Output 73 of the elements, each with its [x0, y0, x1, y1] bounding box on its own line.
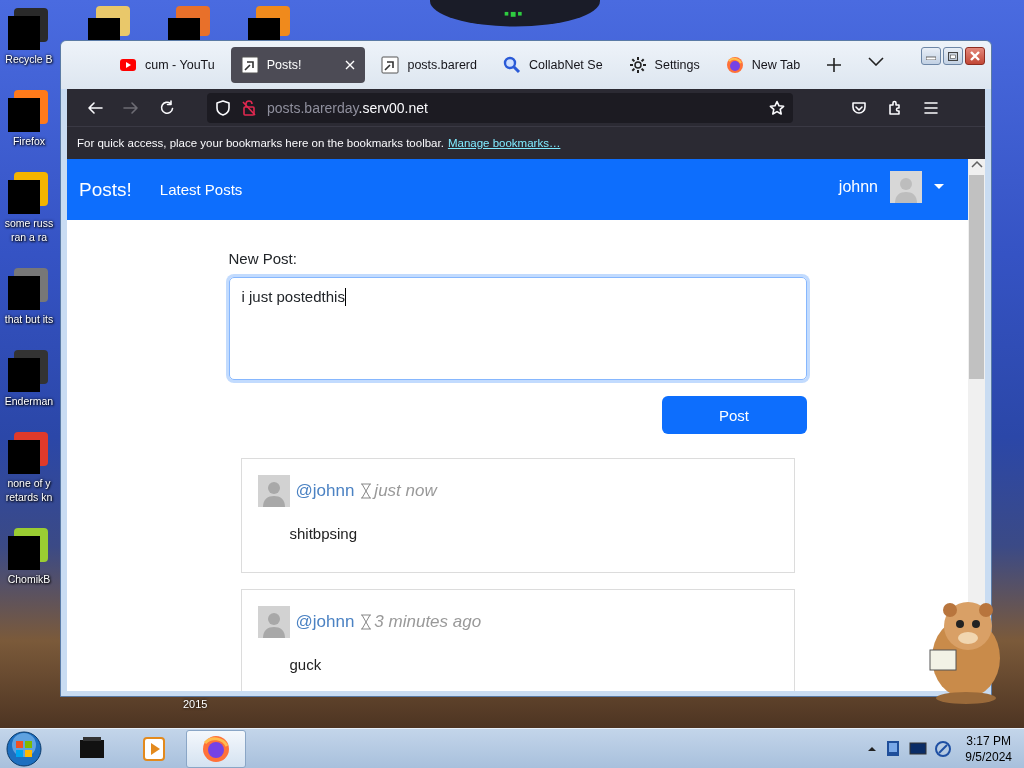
- post-input-field[interactable]: i just postedthis: [228, 277, 807, 380]
- forward-icon: [123, 99, 139, 116]
- pocket-icon: [851, 99, 867, 116]
- reload-icon: [159, 99, 175, 116]
- post-time: 3 minutes ago: [374, 612, 482, 632]
- close-icon[interactable]: [345, 60, 356, 70]
- browser-tab[interactable]: Posts!: [230, 47, 366, 83]
- post-time: just now: [374, 481, 437, 501]
- browser-tab[interactable]: New Tab: [715, 47, 811, 83]
- clock[interactable]: 3:17 PM 9/5/2024: [965, 732, 1012, 765]
- nav-link[interactable]: Latest Posts: [159, 181, 243, 198]
- tab-favicon: [119, 56, 137, 74]
- app-icon: [201, 733, 231, 764]
- tab-favicon: [502, 56, 521, 74]
- avatar-icon: [257, 606, 290, 638]
- lock-slash-icon[interactable]: [241, 99, 257, 116]
- shortcut-icon[interactable]: [8, 88, 50, 132]
- icon-label: that but its: [4, 312, 54, 326]
- icon-label: some russ ran a ra: [4, 216, 54, 244]
- icon-label: ChomikB: [7, 572, 51, 586]
- browser-tab[interactable]: CollabNet Se: [492, 47, 613, 83]
- username-link[interactable]: @johnn: [295, 481, 355, 501]
- browser-tab[interactable]: cum - YouTu: [109, 47, 225, 83]
- new-tab-icon[interactable]: [826, 57, 843, 73]
- chevron-down-icon[interactable]: [868, 57, 885, 66]
- network-icon[interactable]: [935, 740, 952, 757]
- avatar-icon[interactable]: [890, 170, 922, 203]
- username-link[interactable]: @johnn: [295, 612, 355, 632]
- field-label: New Post:: [228, 250, 298, 267]
- back-icon: [87, 99, 103, 116]
- start-button[interactable]: [6, 730, 42, 767]
- tab-favicon: [725, 56, 744, 74]
- taskbar-app[interactable]: [186, 729, 246, 768]
- hourglass-icon: [360, 614, 373, 630]
- browser-tab[interactable]: Settings: [618, 47, 710, 83]
- avatar-icon: [257, 475, 290, 507]
- icon-label: Recycle B: [5, 52, 53, 66]
- bookmarks-hint: For quick access, place your bookmarks here on the bookmarks toolbar.: [77, 137, 444, 149]
- address-bar[interactable]: posts.barerday.serv00.net: [207, 92, 793, 123]
- tray-app-icon[interactable]: [885, 740, 902, 757]
- icon-label: 2015: [183, 698, 208, 710]
- close-button[interactable]: [965, 47, 985, 65]
- extensions-icon: [887, 99, 903, 116]
- tab-favicon: [240, 56, 259, 74]
- shield-icon[interactable]: [215, 99, 231, 116]
- shortcut-icon[interactable]: [248, 6, 290, 40]
- menu-icon: [923, 99, 939, 116]
- shortcut-icon[interactable]: [88, 6, 130, 40]
- icon-label: Firefox: [12, 134, 46, 148]
- browser-tab[interactable]: posts.barerd: [371, 47, 487, 83]
- tab-favicon: [381, 56, 400, 74]
- caret-icon[interactable]: [934, 184, 944, 189]
- shortcut-icon[interactable]: [8, 526, 50, 570]
- minimize-button[interactable]: [921, 47, 941, 65]
- post-text: shitbpsing: [289, 525, 359, 542]
- brand-link[interactable]: Posts!: [79, 178, 132, 201]
- post-button[interactable]: Post: [661, 396, 807, 434]
- post-text: guck: [289, 656, 323, 673]
- tab-favicon: [628, 56, 647, 74]
- icon-label: Enderman: [4, 394, 54, 408]
- shortcut-icon[interactable]: [168, 6, 210, 40]
- close-icon: [970, 51, 980, 61]
- maximize-button[interactable]: [943, 47, 963, 65]
- star-icon[interactable]: [769, 99, 785, 116]
- username[interactable]: johnn: [838, 177, 878, 196]
- icon-label: none of y retards kn: [5, 476, 53, 504]
- monitor-icon[interactable]: [909, 741, 928, 756]
- maximize-icon: [948, 51, 958, 61]
- scroll-thumb[interactable]: [969, 175, 984, 379]
- manage-bookmarks-link[interactable]: Manage bookmarks…: [447, 137, 561, 149]
- tray-expand-icon[interactable]: [867, 745, 878, 752]
- hourglass-icon: [360, 483, 373, 499]
- shortcut-icon[interactable]: [8, 170, 50, 214]
